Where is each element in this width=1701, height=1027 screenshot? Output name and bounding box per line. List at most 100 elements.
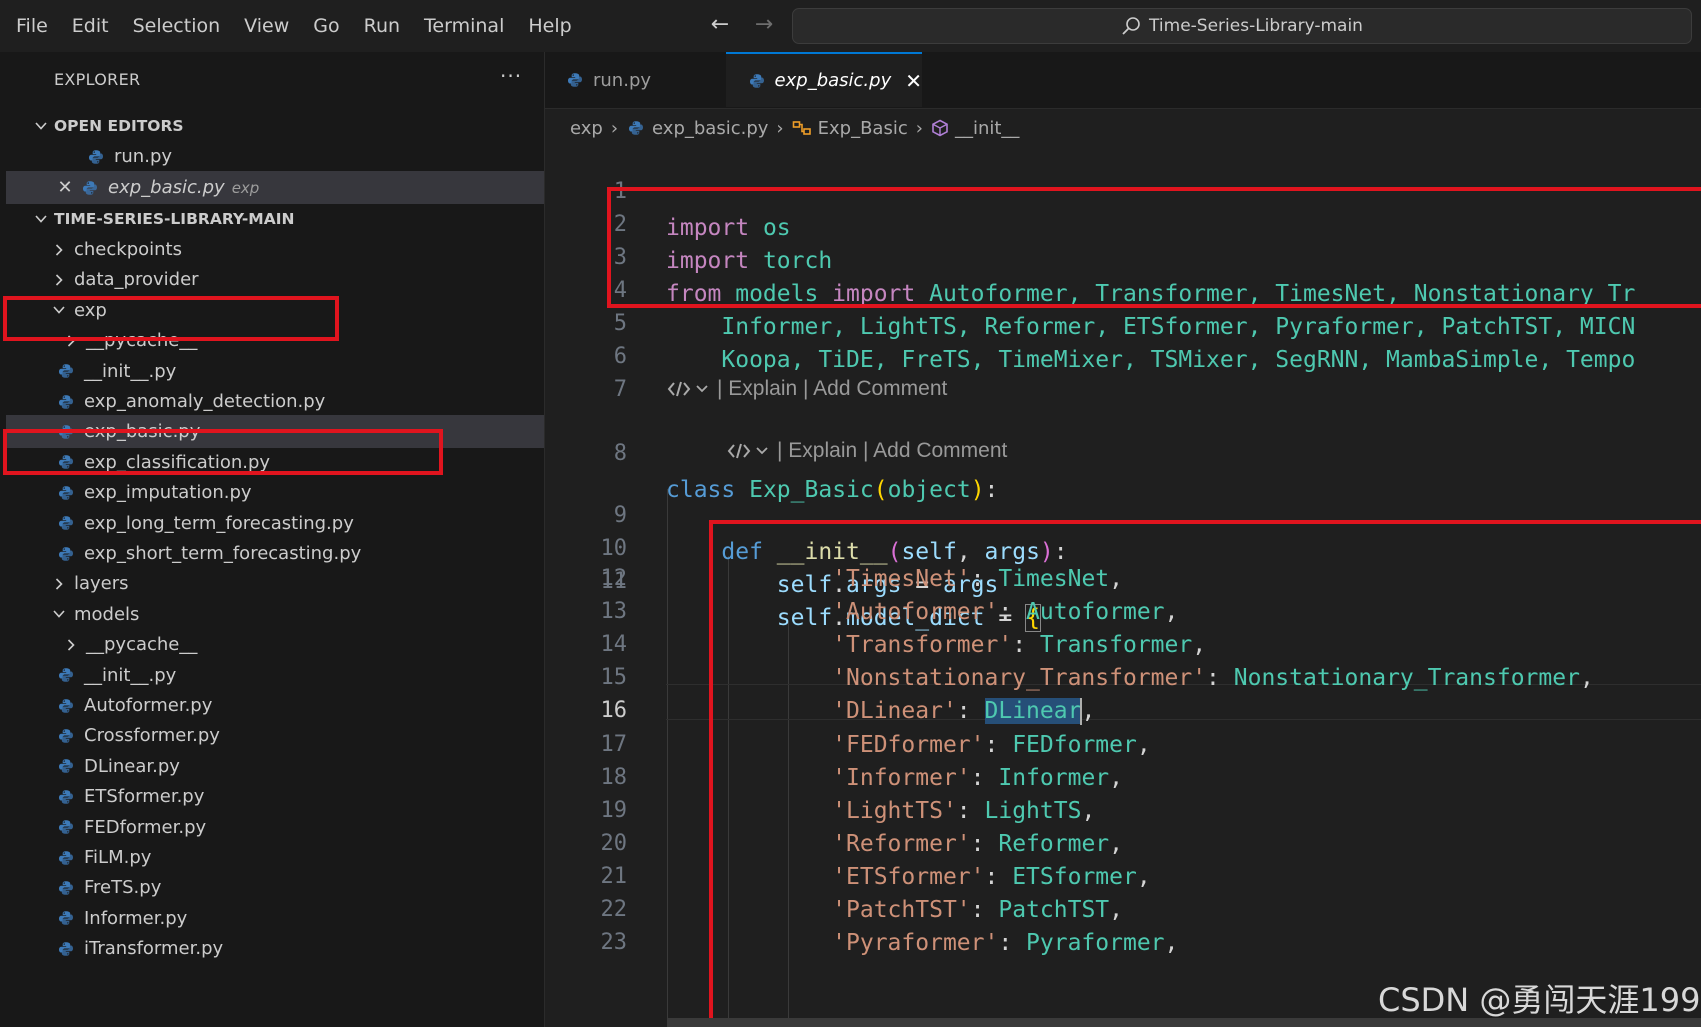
- file-init-py[interactable]: __init__.py: [6, 355, 544, 388]
- code-line: 15 'Nonstationary_Transformer': Nonstati…: [545, 660, 1701, 696]
- command-center-search[interactable]: Time-Series-Library-main: [792, 8, 1692, 44]
- dict-value: FEDformer: [1012, 731, 1137, 758]
- menu-run[interactable]: Run: [352, 0, 412, 52]
- colon: :: [998, 930, 1027, 957]
- tree-item-label: FreTS.py: [84, 877, 162, 899]
- file-etsformer-py[interactable]: ETSformer.py: [6, 780, 544, 813]
- tree-item-label: ETSformer.py: [84, 786, 205, 808]
- dict-key: 'DLinear': [832, 698, 957, 725]
- code-editor[interactable]: 1 import os 2 import torch 3 from models…: [545, 52, 1701, 1027]
- dict-key: 'Nonstationary_Transformer': [832, 665, 1207, 692]
- python-file-icon: [56, 513, 76, 533]
- file-informer-py[interactable]: Informer.py: [6, 902, 544, 935]
- line-number: 18: [600, 764, 628, 790]
- tree-item-label: __pycache__: [86, 330, 198, 352]
- file-fedformer-py[interactable]: FEDformer.py: [6, 811, 544, 844]
- file-itransformer-py[interactable]: iTransformer.py: [6, 932, 544, 965]
- back-arrow-icon[interactable]: ←: [706, 10, 734, 40]
- code-line: 2 import torch: [545, 171, 1701, 274]
- folder-data-provider[interactable]: data_provider: [6, 263, 544, 296]
- menu-edit[interactable]: Edit: [60, 0, 121, 52]
- close-icon[interactable]: ✕: [54, 177, 76, 198]
- file-autoformer-py[interactable]: Autoformer.py: [6, 689, 544, 722]
- colon: :: [970, 897, 999, 923]
- file-crossformer-py[interactable]: Crossformer.py: [6, 719, 544, 752]
- tree-item-label: exp: [74, 299, 107, 321]
- open-editor-label: run.py: [114, 146, 173, 167]
- explorer-title: EXPLORER: [54, 70, 141, 89]
- file-init-py[interactable]: __init__.py: [6, 659, 544, 692]
- open-editor-folder: exp: [231, 178, 260, 197]
- colon: :: [956, 797, 985, 824]
- folder-checkpoints[interactable]: checkpoints: [6, 233, 544, 266]
- file-exp-long-term-forecasting-py[interactable]: exp_long_term_forecasting.py: [6, 507, 544, 540]
- tree-item-label: Autoformer.py: [84, 695, 213, 716]
- file-exp-anomaly-detection-py[interactable]: exp_anomaly_detection.py: [6, 385, 544, 418]
- tree-item-label: __init__.py: [84, 360, 177, 382]
- file-frets-py[interactable]: FreTS.py: [6, 871, 544, 904]
- open-editors-section[interactable]: OPEN EDITORS: [6, 109, 544, 142]
- codelens-icon: [727, 443, 768, 459]
- tree-item-label: checkpoints: [74, 239, 182, 260]
- python-file-icon: [56, 848, 76, 868]
- folder-pycache[interactable]: __pycache__: [6, 628, 544, 661]
- tree-item-label: FEDformer.py: [84, 816, 207, 838]
- open-editor-label: exp_basic.py: [108, 177, 225, 198]
- tree-item-label: Crossformer.py: [84, 725, 220, 747]
- menu-file[interactable]: File: [0, 0, 60, 52]
- python-file-icon: [56, 787, 76, 807]
- line-number: 19: [600, 797, 628, 823]
- colon: :: [970, 830, 999, 857]
- file-film-py[interactable]: FiLM.py: [6, 841, 544, 874]
- file-exp-classification-py[interactable]: exp_classification.py: [6, 446, 544, 479]
- colon: :: [984, 863, 1013, 890]
- menu-go[interactable]: Go: [301, 0, 351, 52]
- line-number: 12: [600, 566, 628, 591]
- code-line: 13 'Autoformer': Autoformer,: [545, 594, 1701, 630]
- code-line: 1 import os: [545, 138, 1701, 241]
- tree-item-label: Informer.py: [84, 907, 188, 929]
- open-editor-exp-basic-py[interactable]: ✕ exp_basic.py exp: [6, 171, 544, 204]
- dict-value: Autoformer: [1026, 599, 1165, 626]
- explorer-sidebar: EXPLORER ··· OPEN EDITORS run.py ✕ exp_b…: [6, 52, 545, 1027]
- menu-view[interactable]: View: [232, 0, 301, 52]
- chevron-right-icon: [60, 634, 82, 656]
- file-dlinear-py[interactable]: DLinear.py: [6, 750, 544, 783]
- code-line: 9 def __init__(self, args):: [545, 462, 1701, 565]
- menu-help[interactable]: Help: [516, 0, 583, 52]
- chevron-down-icon: [48, 603, 70, 625]
- tree-item-label: models: [74, 603, 140, 625]
- chevron-right-icon: [60, 330, 82, 352]
- file-exp-imputation-py[interactable]: exp_imputation.py: [6, 476, 544, 509]
- file-exp-short-term-forecasting-py[interactable]: exp_short_term_forecasting.py: [6, 537, 544, 570]
- dict-value: DLinear: [984, 698, 1082, 725]
- python-file-icon: [56, 392, 76, 412]
- open-editors-label: OPEN EDITORS: [54, 116, 184, 135]
- search-icon: [1122, 17, 1140, 35]
- code-line: 5 Koopa, TiDE, FreTS, TimeMixer, TSMixer…: [545, 270, 1701, 373]
- editor-area: run.py exp_basic.py ✕ exp › exp_basic.py…: [545, 52, 1701, 1027]
- workspace-root-section[interactable]: TIME-SERIES-LIBRARY-MAIN: [6, 202, 544, 235]
- code-line: 8 class Exp_Basic(object):: [545, 400, 1701, 503]
- title-bar: File Edit Selection View Go Run Terminal…: [0, 0, 1701, 53]
- colon: :: [998, 599, 1027, 626]
- tree-item-label: data_provider: [74, 269, 199, 291]
- menu-bar: File Edit Selection View Go Run Terminal…: [0, 0, 584, 52]
- comma: ,: [1109, 830, 1123, 857]
- menu-selection[interactable]: Selection: [121, 0, 233, 52]
- menu-terminal[interactable]: Terminal: [412, 0, 516, 52]
- forward-arrow-icon[interactable]: →: [750, 10, 778, 40]
- folder-pycache[interactable]: __pycache__: [6, 324, 544, 357]
- folder-layers[interactable]: layers: [6, 567, 544, 600]
- more-actions-icon[interactable]: ···: [500, 64, 522, 88]
- comma: ,: [1109, 764, 1123, 791]
- code-line: 12 'TimesNet': TimesNet,: [545, 561, 1701, 597]
- dict-value: ETSformer: [1012, 863, 1137, 890]
- explorer-header: EXPLORER ···: [6, 52, 544, 108]
- folder-exp[interactable]: exp: [6, 294, 544, 327]
- folder-models[interactable]: models: [6, 598, 544, 631]
- line-number: 15: [600, 665, 628, 691]
- colon: :: [1206, 665, 1234, 692]
- open-editor-run-py[interactable]: run.py: [6, 140, 544, 173]
- file-exp-basic-py[interactable]: exp_basic.py: [6, 415, 544, 449]
